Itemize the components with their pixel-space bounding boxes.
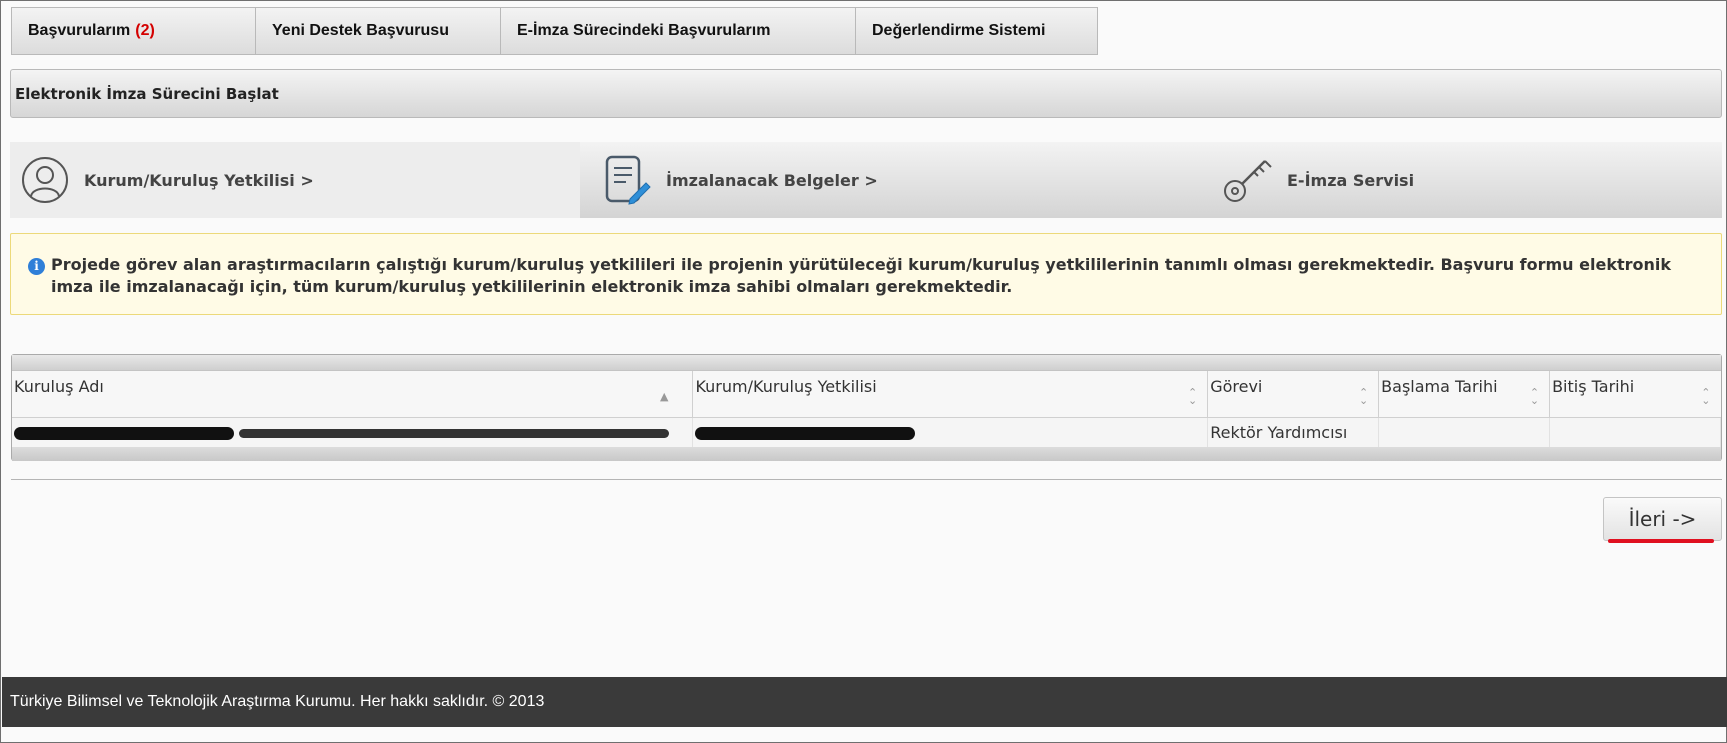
cell-end-date (1549, 417, 1721, 447)
info-icon: i (28, 258, 45, 275)
tab-evaluation-label: Değerlendirme Sistemi (872, 22, 1046, 39)
authorities-table: Kuruluş Adı ▲ Kurum/Kuruluş Yetkilisi ⌃ ⌄… (11, 354, 1722, 461)
section-title-bar: Elektronik İmza Sürecini Başlat (10, 69, 1722, 118)
sort-icon: ⌃ ⌄ (1529, 386, 1540, 407)
divider (11, 479, 1722, 480)
wizard-steps: Kurum/Kuruluş Yetkilisi > İmzalanacak Be… (10, 142, 1722, 218)
table-footer-band (12, 447, 1721, 461)
page-footer: Türkiye Bilimsel ve Teknolojik Araştırma… (2, 677, 1727, 727)
next-button[interactable]: İleri -> (1603, 497, 1722, 541)
table-row[interactable]: Rektör Yardımcısı (12, 417, 1721, 447)
step-documents-label: İmzalanacak Belgeler > (666, 170, 878, 190)
cell-start-date (1378, 417, 1551, 447)
tab-esign-applications-label: E-İmza Sürecindeki Başvurularım (517, 22, 771, 39)
table-header-band (12, 355, 1721, 371)
column-header-organization[interactable]: Kuruluş Adı ▲ (12, 371, 694, 418)
column-header-end-date[interactable]: Bitiş Tarihi ⌃ ⌄ (1549, 371, 1721, 418)
document-edit-icon (600, 153, 654, 207)
step-esign-service-label: E-İmza Servisi (1287, 170, 1415, 190)
sort-asc-icon: ▲ (660, 390, 669, 403)
tab-applications-label: Başvurularım (28, 22, 131, 39)
column-header-position[interactable]: Görevi ⌃ ⌄ (1207, 371, 1380, 418)
page-frame: Başvurularım (2) Yeni Destek Başvurusu E… (0, 0, 1727, 743)
applications-count-badge: (2) (135, 22, 155, 39)
step-esign-service[interactable]: E-İmza Servisi (1151, 142, 1722, 218)
column-header-start-date[interactable]: Başlama Tarihi ⌃ ⌄ (1378, 371, 1551, 418)
cell-position: Rektör Yardımcısı (1207, 417, 1380, 447)
tab-esign-applications[interactable]: E-İmza Sürecindeki Başvurularım (500, 7, 855, 55)
table-header-row: Kuruluş Adı ▲ Kurum/Kuruluş Yetkilisi ⌃ ⌄… (12, 371, 1721, 418)
key-icon (1221, 153, 1275, 207)
next-button-label: İleri -> (1628, 507, 1697, 531)
step-documents[interactable]: İmzalanacak Belgeler > (580, 142, 1151, 218)
redacted-organization-tail (239, 428, 670, 438)
step-authority-label: Kurum/Kuruluş Yetkilisi > (84, 170, 314, 190)
info-text: Projede görev alan araştırmacıların çalı… (51, 255, 1671, 296)
sort-icon: ⌃ ⌄ (1187, 386, 1198, 407)
tab-new-support[interactable]: Yeni Destek Başvurusu (255, 7, 500, 55)
section-title: Elektronik İmza Sürecini Başlat (15, 84, 279, 103)
step-authority[interactable]: Kurum/Kuruluş Yetkilisi > (10, 142, 580, 218)
cell-authority (692, 417, 1209, 447)
column-header-authority[interactable]: Kurum/Kuruluş Yetkilisi ⌃ ⌄ (692, 371, 1209, 418)
tab-applications[interactable]: Başvurularım (2) (11, 7, 255, 55)
tab-evaluation[interactable]: Değerlendirme Sistemi (855, 7, 1098, 55)
redacted-authority (695, 426, 916, 440)
tab-new-support-label: Yeni Destek Başvurusu (272, 22, 449, 39)
footer-copyright: Türkiye Bilimsel ve Teknolojik Araştırma… (10, 693, 545, 710)
user-circle-icon (18, 153, 72, 207)
redacted-organization (14, 426, 234, 440)
cell-organization (12, 417, 694, 447)
authorities-grid: Kuruluş Adı ▲ Kurum/Kuruluş Yetkilisi ⌃ ⌄… (12, 371, 1721, 447)
sort-icon: ⌃ ⌄ (1701, 386, 1711, 407)
next-button-highlight (1608, 539, 1714, 543)
main-tabs: Başvurularım (2) Yeni Destek Başvurusu E… (11, 7, 1098, 55)
info-message: i Projede görev alan araştırmacıların ça… (10, 233, 1722, 315)
sort-icon: ⌃ ⌄ (1358, 386, 1369, 407)
